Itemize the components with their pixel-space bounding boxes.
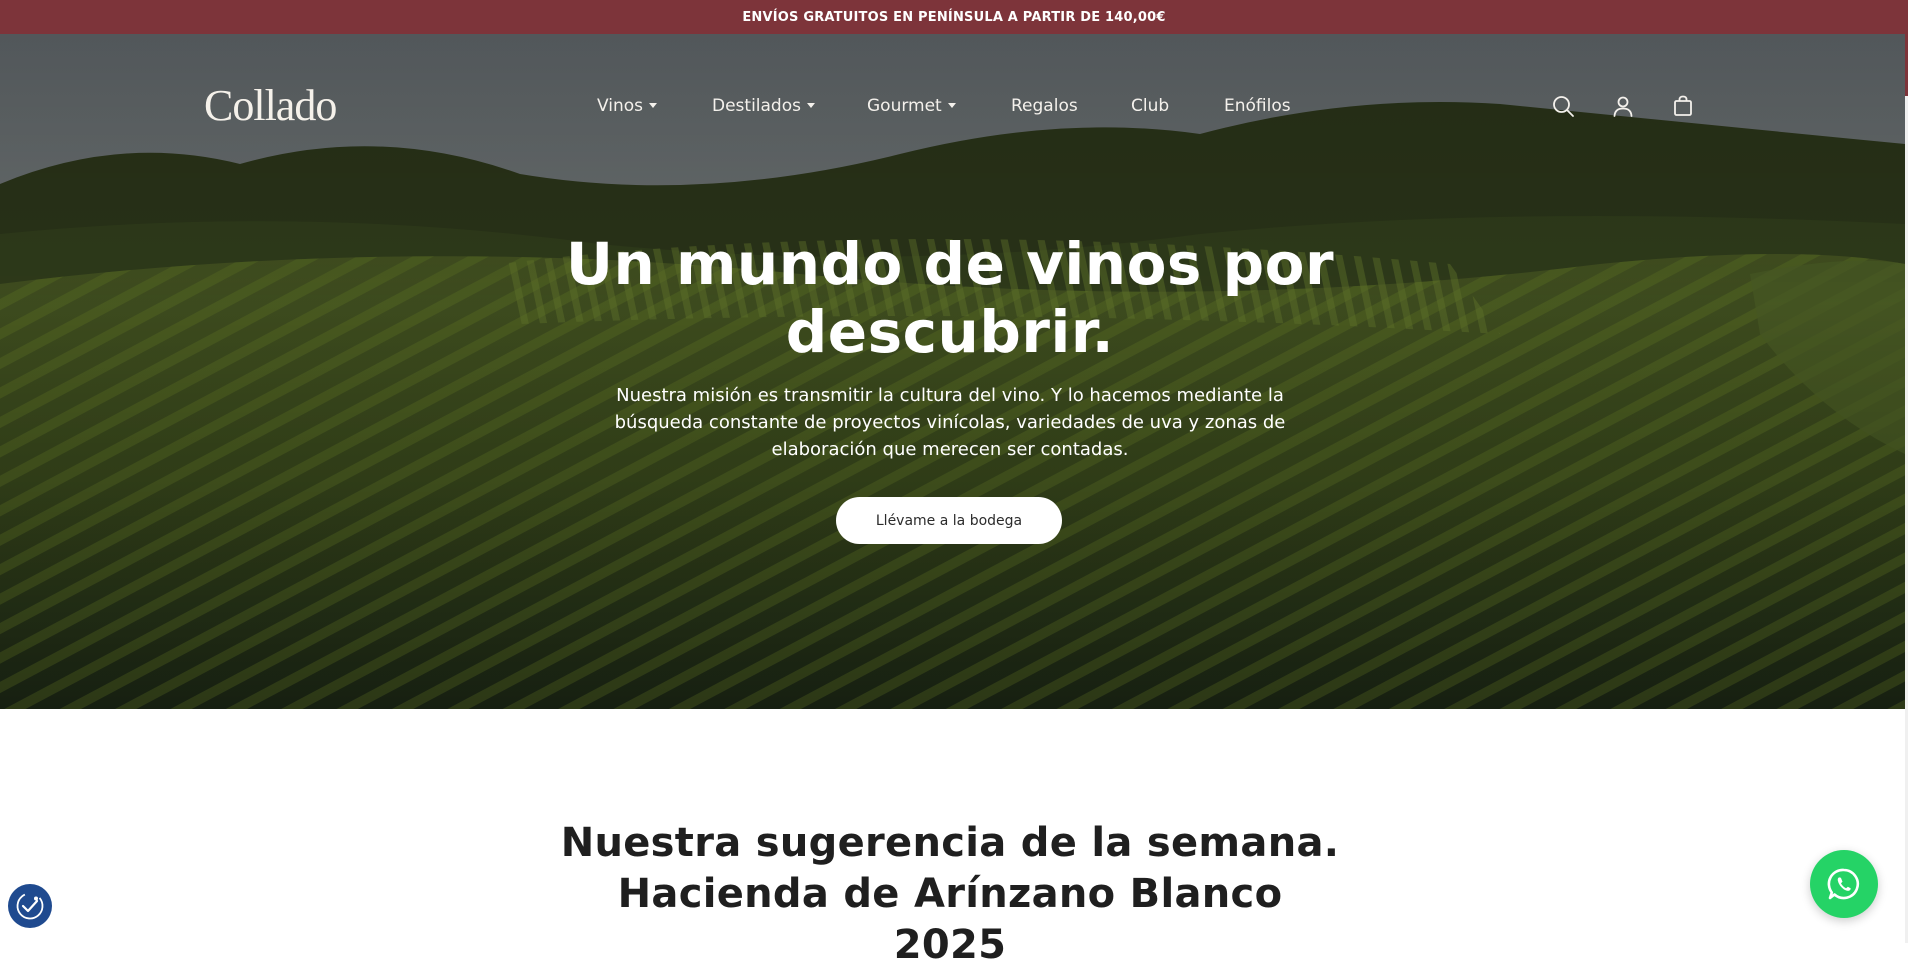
site-logo[interactable]: Collado	[204, 82, 337, 130]
vineyard-background-image	[0, 34, 1905, 709]
nav-label: Destilados	[712, 96, 801, 116]
caret-down-icon	[649, 102, 658, 108]
nav-label: Regalos	[1011, 96, 1078, 116]
nav-item-gourmet[interactable]: Gourmet	[867, 92, 956, 120]
accessibility-button[interactable]	[8, 884, 52, 928]
cart-icon[interactable]	[1671, 94, 1695, 118]
caret-down-icon	[947, 102, 956, 108]
nav-label: Vinos	[597, 96, 644, 116]
whatsapp-icon	[1827, 868, 1860, 900]
search-icon[interactable]	[1551, 94, 1575, 118]
nav-label: Club	[1131, 96, 1170, 116]
hero-subtitle: Nuestra misión es transmitir la cultura …	[614, 385, 1286, 460]
nav-item-regalos[interactable]: Regalos	[1011, 92, 1078, 120]
accessibility-icon	[16, 892, 44, 920]
hero-section: Collado Vinos Destilados Gourmet Regalos…	[0, 34, 1905, 709]
hero-cta-button[interactable]: Llévame a la bodega	[836, 497, 1062, 544]
nav-label: Gourmet	[867, 96, 942, 116]
nav-item-destilados[interactable]: Destilados	[712, 92, 815, 120]
whatsapp-button[interactable]	[1810, 850, 1878, 918]
nav-item-enofilos[interactable]: Enófilos	[1224, 92, 1291, 120]
account-icon[interactable]	[1611, 94, 1635, 118]
announcement-bar: ENVÍOS GRATUITOS EN PENÍNSULA A PARTIR D…	[0, 0, 1908, 34]
caret-down-icon	[806, 102, 815, 108]
announcement-text: ENVÍOS GRATUITOS EN PENÍNSULA A PARTIR D…	[742, 9, 1166, 25]
nav-item-club[interactable]: Club	[1131, 92, 1169, 120]
nav-item-vinos[interactable]: Vinos	[597, 92, 658, 120]
weekly-suggestion-title: Nuestra sugerencia de la semana. Haciend…	[560, 820, 1340, 968]
nav-label: Enófilos	[1224, 96, 1291, 116]
hero-title: Un mundo de vinos por descubrir.	[565, 230, 1335, 366]
